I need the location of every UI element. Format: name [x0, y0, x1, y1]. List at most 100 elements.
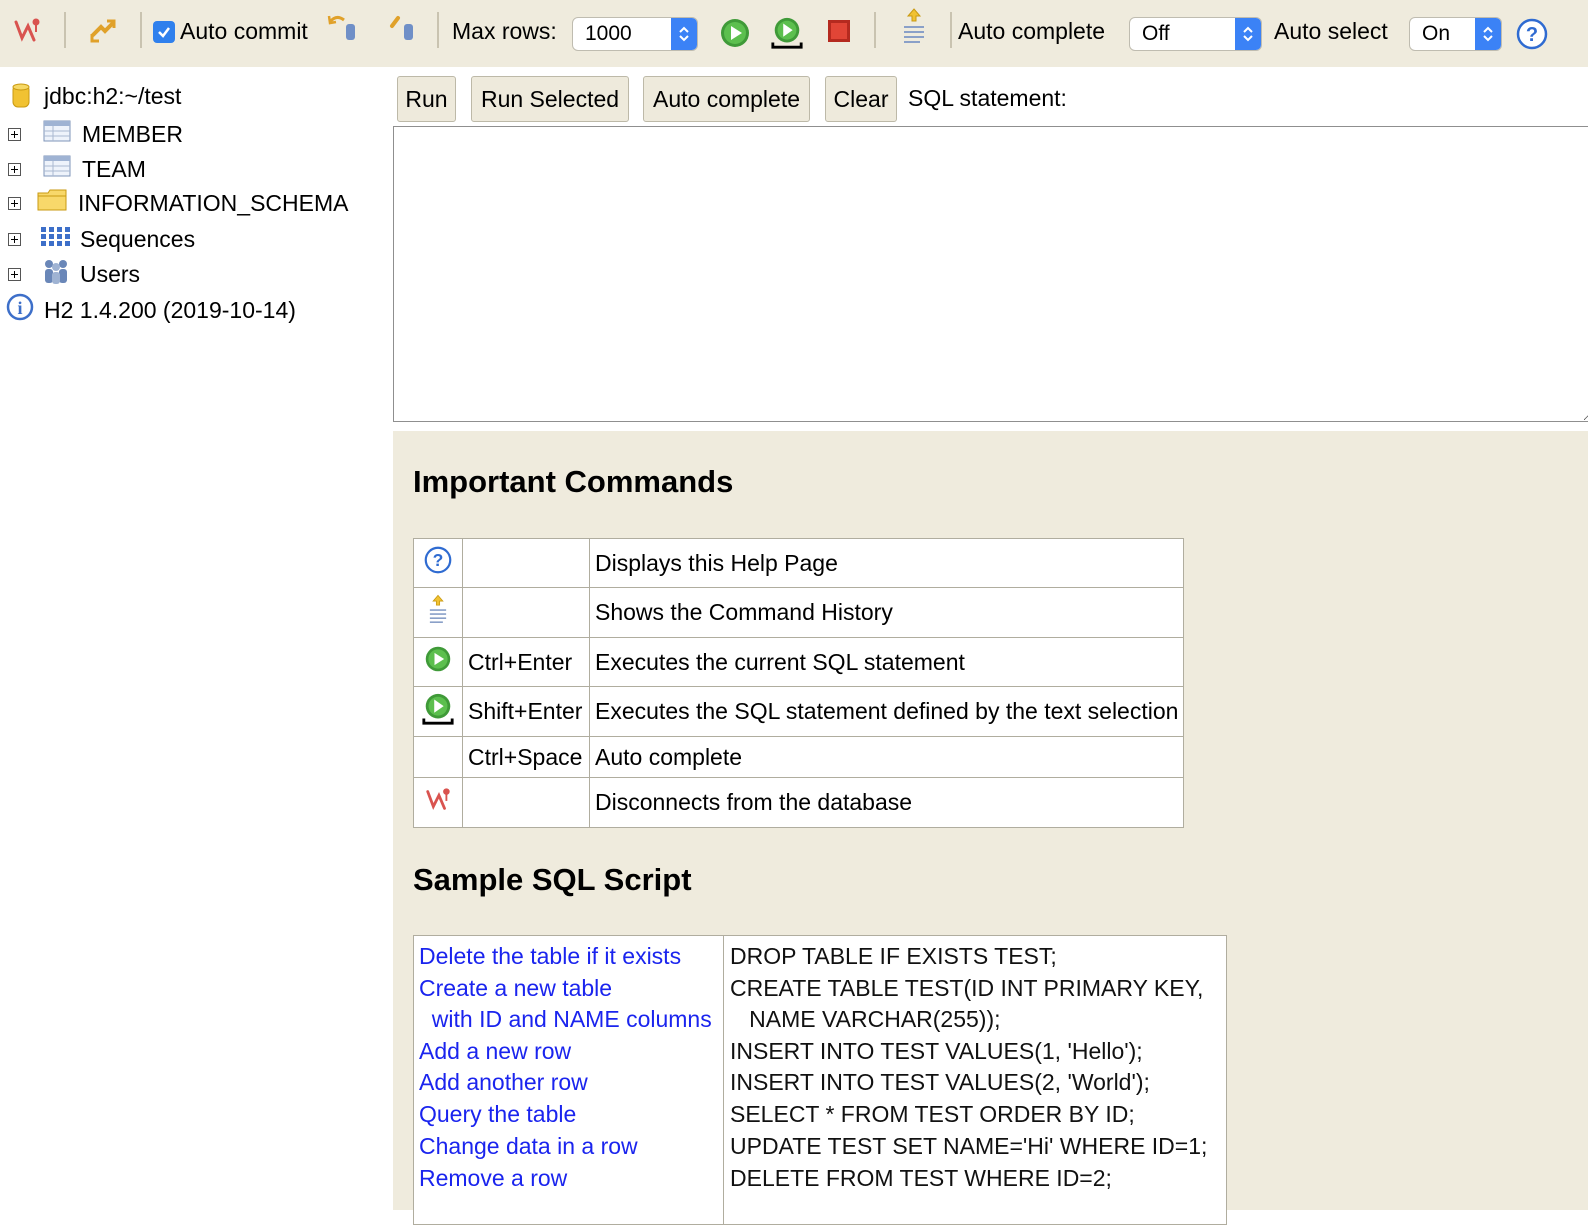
folder-icon — [36, 187, 68, 219]
svg-text:?: ? — [1526, 24, 1538, 46]
table-row: Ctrl+Space Auto complete — [413, 736, 1185, 778]
tree-item-label: MEMBER — [82, 120, 183, 147]
sample-sql-line: DELETE FROM TEST WHERE ID=2; — [730, 1165, 1112, 1191]
tree-item-team[interactable]: TEAM — [8, 152, 146, 186]
tree-item-label: Sequences — [80, 225, 196, 252]
tree-item-label: INFORMATION_SCHEMA — [78, 189, 349, 216]
description-cell: Executes the SQL statement defined by th… — [588, 686, 1185, 737]
description-cell: Auto complete — [588, 736, 1185, 778]
database-icon — [8, 82, 34, 110]
max-rows-select[interactable]: 1000 — [572, 17, 698, 51]
sample-link[interactable]: Query the table — [419, 1098, 576, 1130]
toolbar-separator — [64, 12, 66, 48]
refresh-icon[interactable] — [86, 14, 120, 48]
auto-complete-value: Off — [1142, 22, 1170, 45]
tree-item-information-schema[interactable]: INFORMATION_SCHEMA — [8, 186, 348, 220]
disconnect-icon[interactable] — [10, 14, 44, 48]
shortcut-cell: Ctrl+Enter — [462, 637, 590, 687]
run-icon — [413, 637, 463, 687]
auto-complete-select[interactable]: Off — [1129, 17, 1262, 51]
sample-link[interactable]: Delete the table if it exists — [419, 940, 681, 972]
history-icon — [413, 587, 463, 638]
version-node: i H2 1.4.200 (2019-10-14) — [6, 293, 296, 327]
table-row: Disconnects from the database — [413, 777, 1185, 828]
commands-table: ? Displays this Help Page Shows the Comm… — [413, 538, 1185, 828]
expand-icon[interactable] — [8, 127, 21, 141]
shortcut-cell — [462, 538, 590, 588]
sample-sql-line: INSERT INTO TEST VALUES(2, 'World'); — [730, 1069, 1150, 1095]
run-selected-icon[interactable] — [770, 16, 804, 50]
sample-link[interactable]: with ID and NAME columns — [419, 1003, 712, 1035]
help-icon[interactable]: ? — [1515, 17, 1549, 51]
disconnect-icon — [413, 777, 463, 828]
svg-text:?: ? — [433, 550, 444, 570]
sample-sql-line: UPDATE TEST SET NAME='Hi' WHERE ID=1; — [730, 1133, 1208, 1159]
max-rows-value: 1000 — [585, 22, 632, 45]
clear-button[interactable]: Clear — [825, 76, 897, 122]
rollback-icon[interactable] — [326, 12, 360, 46]
toolbar-separator — [874, 12, 876, 48]
table-row: ? Displays this Help Page — [413, 538, 1185, 588]
history-icon[interactable] — [897, 8, 931, 44]
connection-label: jdbc:h2:~/test — [44, 82, 182, 109]
sample-link[interactable]: Add another row — [419, 1066, 588, 1098]
commit-icon[interactable] — [386, 12, 420, 46]
expand-icon[interactable] — [8, 162, 21, 176]
run-selected-button[interactable]: Run Selected — [471, 76, 629, 122]
svg-text:i: i — [17, 298, 22, 318]
connection-node[interactable]: jdbc:h2:~/test — [8, 79, 181, 113]
expand-icon[interactable] — [8, 267, 21, 281]
auto-commit-checkbox[interactable] — [153, 21, 175, 43]
expand-icon[interactable] — [8, 196, 21, 210]
run-button[interactable]: Run — [397, 76, 456, 122]
version-label: H2 1.4.200 (2019-10-14) — [44, 296, 296, 323]
run-selected-icon — [413, 686, 463, 737]
sample-link[interactable]: Change data in a row — [419, 1130, 638, 1162]
sample-link[interactable]: Add a new row — [419, 1035, 571, 1067]
sample-sql-line: INSERT INTO TEST VALUES(1, 'Hello'); — [730, 1038, 1143, 1064]
shortcut-cell — [462, 777, 590, 828]
toolbar-separator — [140, 12, 142, 48]
table-row: Ctrl+Enter Executes the current SQL stat… — [413, 637, 1185, 687]
info-icon: i — [6, 293, 34, 327]
expand-icon[interactable] — [8, 232, 21, 246]
shortcut-cell — [462, 587, 590, 638]
chevron-updown-icon — [1475, 18, 1501, 50]
auto-select-select[interactable]: On — [1409, 17, 1502, 51]
auto-select-label: Auto select — [1274, 18, 1388, 44]
main-toolbar: Auto commit Max rows: 1000 Auto complete… — [0, 0, 1588, 67]
sample-sql-table: Delete the table if it exists Create a n… — [413, 935, 1227, 1225]
toolbar-separator — [437, 12, 439, 48]
important-commands-heading: Important Commands — [413, 464, 734, 499]
sample-sql-line: NAME VARCHAR(255)); — [730, 1006, 1001, 1032]
auto-complete-label: Auto complete — [958, 18, 1106, 44]
tree-item-sequences[interactable]: Sequences — [8, 222, 195, 256]
sql-editor[interactable] — [393, 126, 1588, 422]
table-row: Shows the Command History — [413, 587, 1185, 638]
shortcut-cell: Ctrl+Space — [462, 736, 590, 778]
auto-complete-button[interactable]: Auto complete — [643, 76, 810, 122]
table-icon — [43, 120, 71, 148]
sequences-icon — [40, 225, 72, 253]
chevron-updown-icon — [671, 18, 697, 50]
tree-item-member[interactable]: MEMBER — [8, 117, 183, 151]
auto-select-value: On — [1422, 22, 1451, 45]
chevron-updown-icon — [1235, 18, 1261, 50]
auto-commit-label[interactable]: Auto commit — [180, 18, 308, 45]
empty-icon-cell — [413, 736, 463, 778]
tree-item-label: Users — [80, 260, 141, 287]
sample-sql-line: SELECT * FROM TEST ORDER BY ID; — [730, 1101, 1135, 1127]
help-icon: ? — [413, 538, 463, 588]
sample-link[interactable]: Create a new table — [419, 972, 612, 1004]
toolbar-separator — [950, 12, 952, 48]
table-icon — [43, 155, 71, 183]
tree-item-users[interactable]: Users — [8, 257, 140, 291]
run-icon[interactable] — [718, 16, 752, 50]
shortcut-cell: Shift+Enter — [462, 686, 590, 737]
stop-icon[interactable] — [822, 14, 856, 48]
sample-link[interactable]: Remove a row — [419, 1162, 567, 1194]
description-cell: Shows the Command History — [588, 587, 1185, 638]
sample-sql-heading: Sample SQL Script — [413, 862, 692, 897]
max-rows-label: Max rows: — [452, 18, 557, 44]
help-panel: Important Commands ? Displays this Help … — [393, 431, 1588, 1225]
